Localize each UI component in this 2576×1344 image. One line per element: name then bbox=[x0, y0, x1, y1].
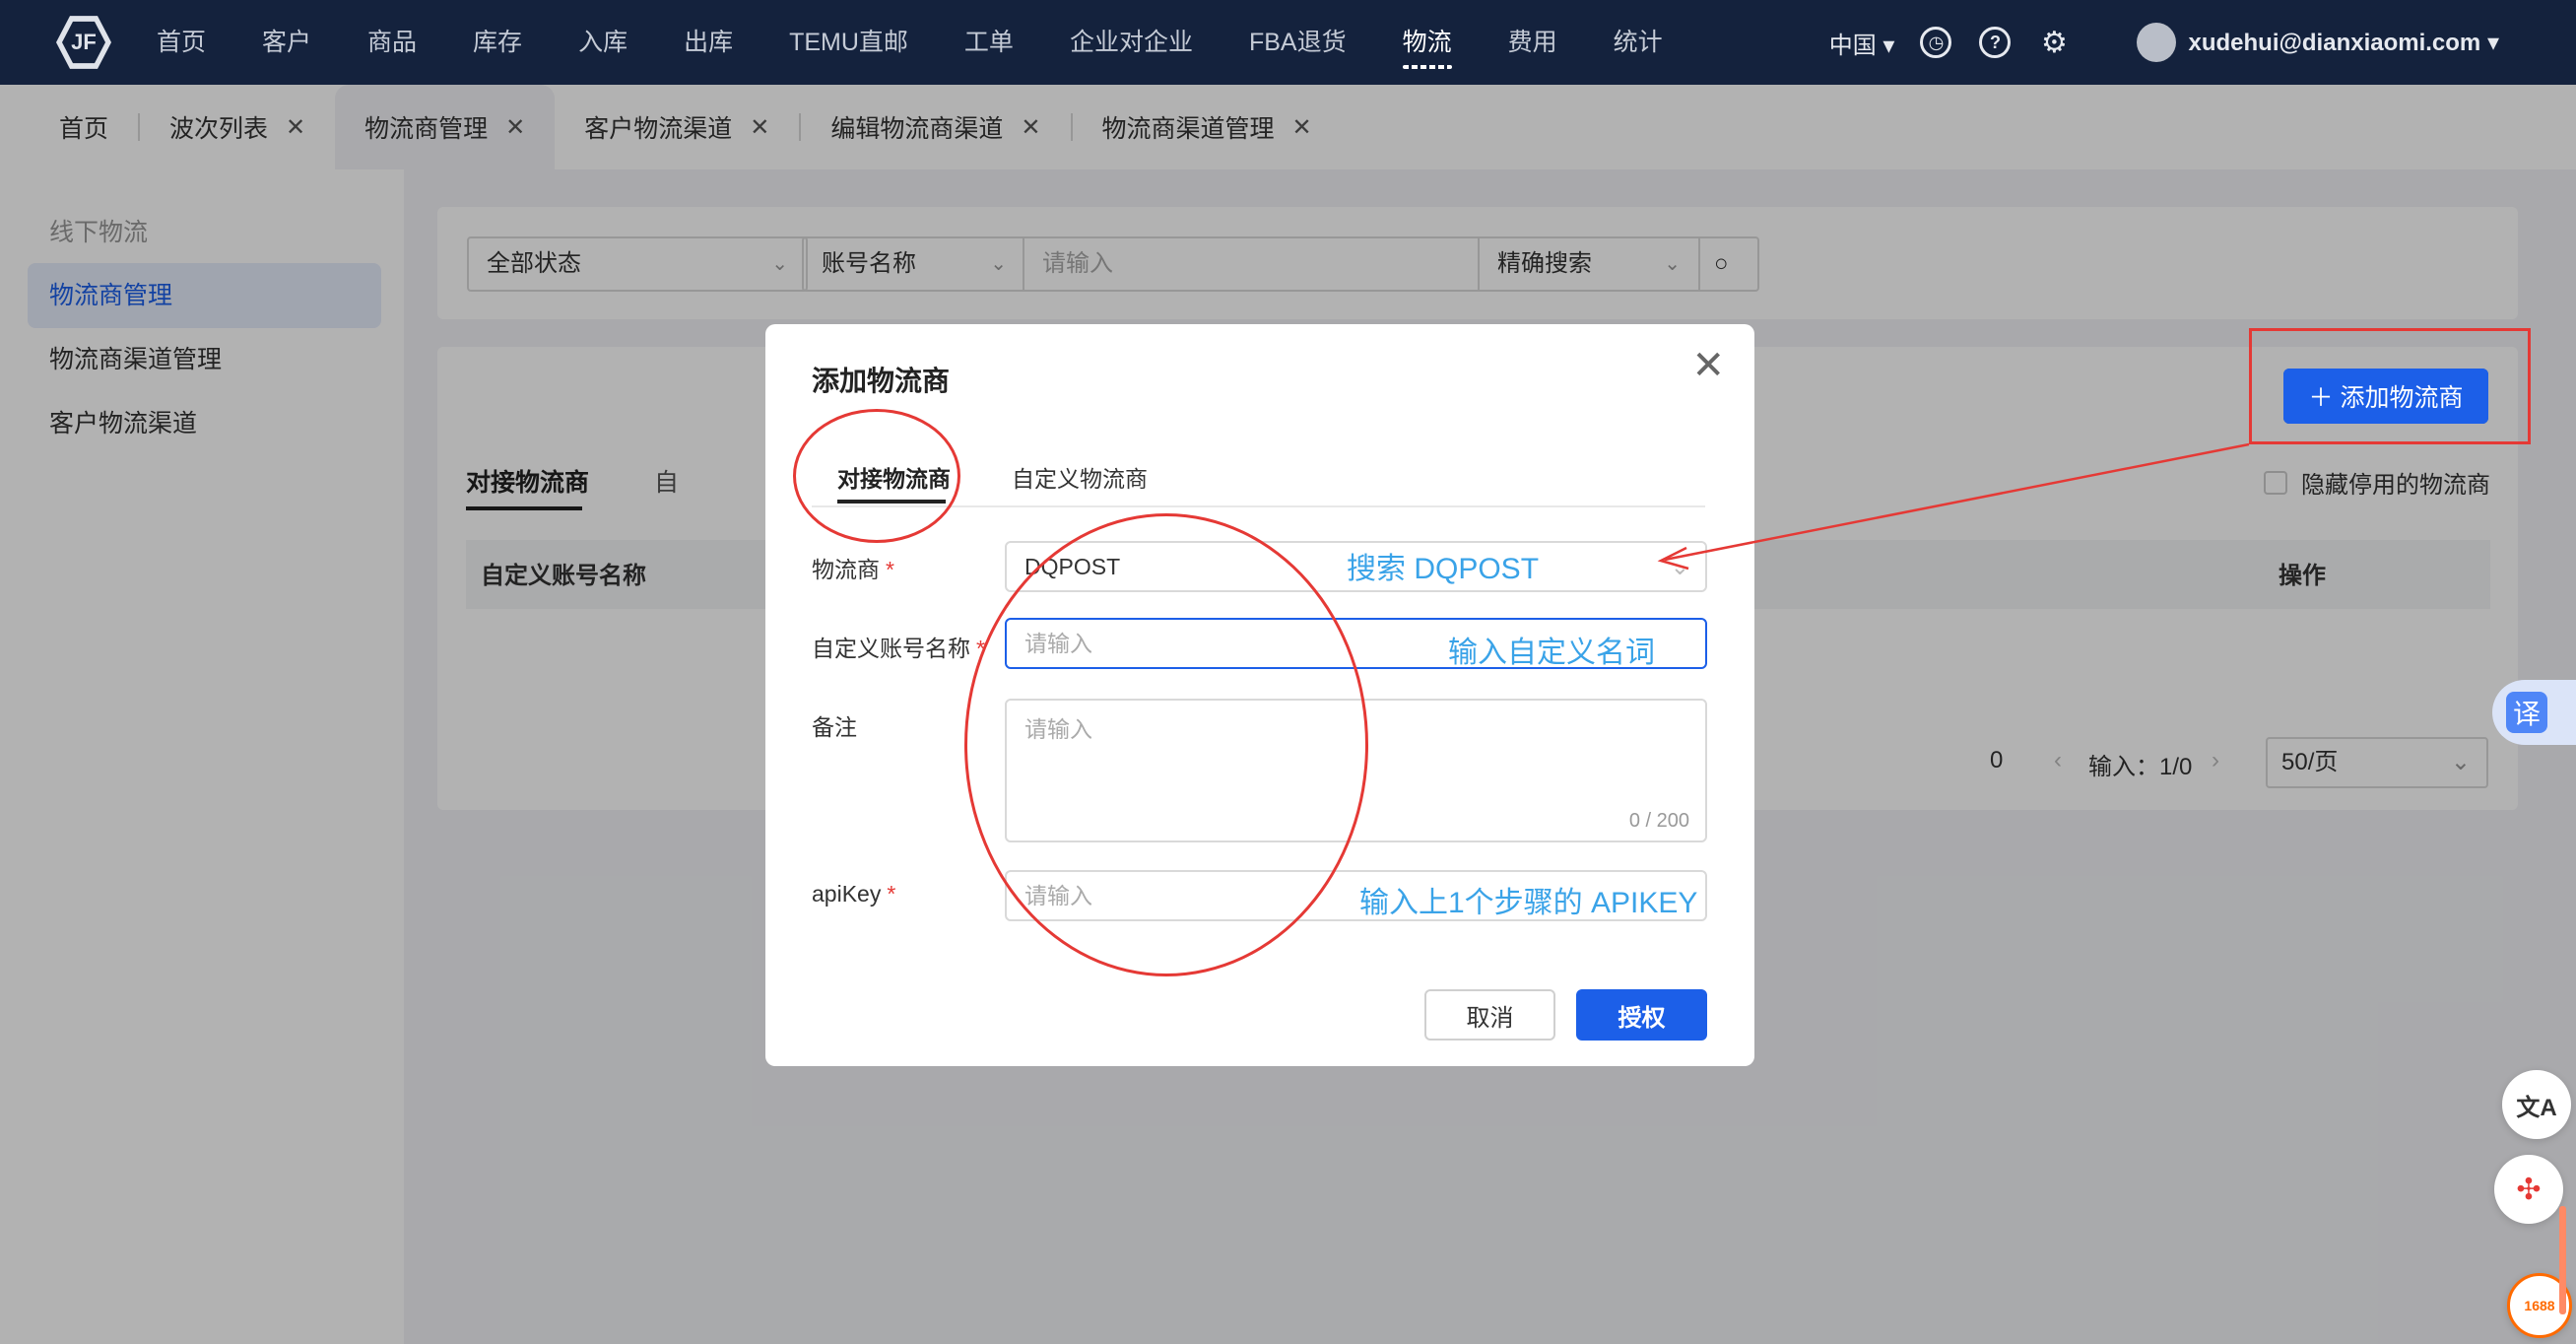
network-icon: ✣ bbox=[2516, 1173, 2542, 1206]
network-tool-button[interactable]: ✣ bbox=[2494, 1155, 2563, 1224]
translate-icon: 文A bbox=[2516, 1094, 2557, 1121]
translate-tool-button[interactable]: 文A bbox=[2502, 1070, 2571, 1139]
translate-widget[interactable]: 译 bbox=[2492, 680, 2576, 745]
annotation-arrow bbox=[1657, 442, 2250, 571]
translate-icon: 译 bbox=[2506, 692, 2547, 733]
scroll-indicator[interactable] bbox=[2559, 1206, 2566, 1314]
